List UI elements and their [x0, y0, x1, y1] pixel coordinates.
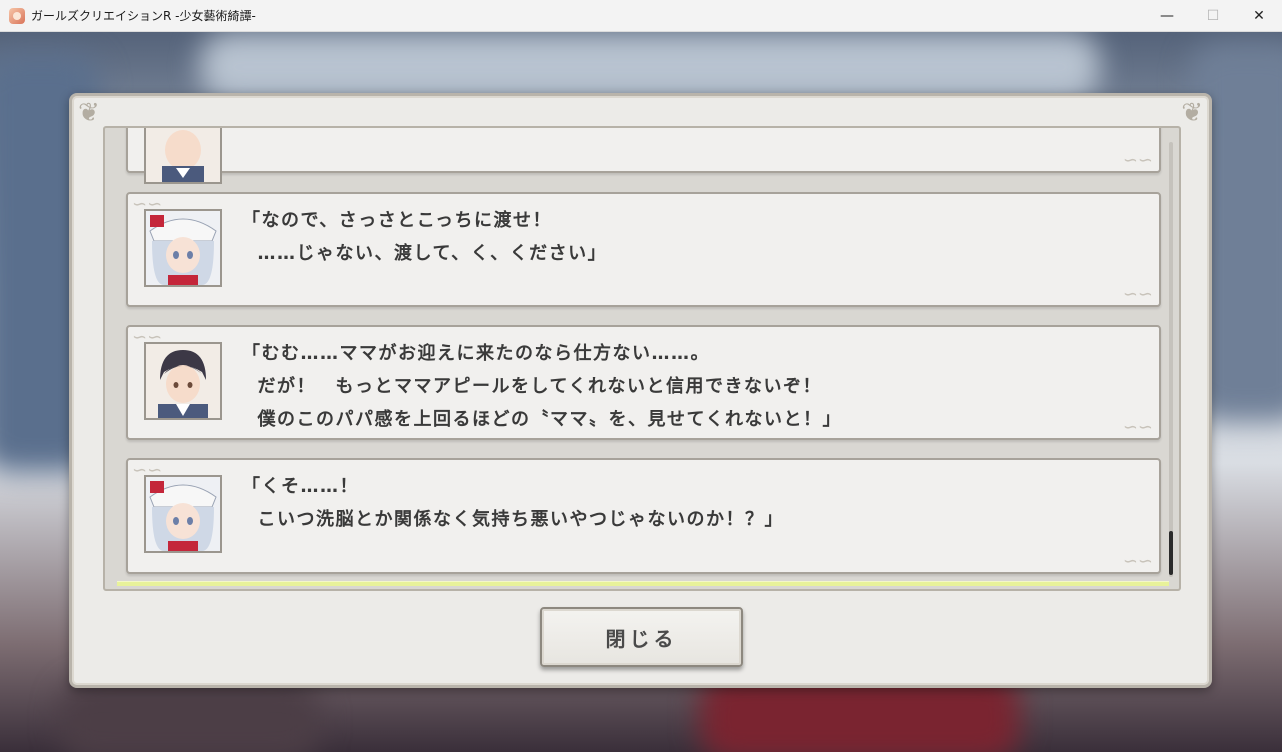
maximize-button[interactable]: ☐ — [1190, 0, 1236, 31]
dialogue-line: 「むむ……ママがお迎えに来たのなら仕方ない……。 — [242, 343, 710, 364]
boy-portrait-icon — [144, 128, 222, 184]
close-window-button[interactable]: ✕ — [1236, 0, 1282, 31]
girl-portrait-icon — [144, 475, 222, 553]
window-controls: — ☐ ✕ — [1144, 0, 1282, 31]
dialogue-line: ……じゃない、渡して、く、ください」 — [242, 243, 608, 264]
game-background: ❦ ❦ ∽∽ ∽∽ 「なので、さっさとこっちに渡せ！ ……じゃない、渡して、く、… — [0, 32, 1282, 752]
scrollbar-track[interactable] — [1169, 142, 1173, 577]
girl-portrait-icon — [144, 209, 222, 287]
window-title: ガールズクリエイションR -少女藝術綺譚- — [31, 9, 256, 23]
backlog-scroll-area[interactable]: ∽∽ ∽∽ 「なので、さっさとこっちに渡せ！ ……じゃない、渡して、く、ください… — [105, 128, 1165, 589]
log-entry: ∽∽ 「くそ……！ こいつ洗脳とか関係なく気持ち悪いやつじゃないのか！？」 ∽∽ — [126, 458, 1161, 574]
flourish-icon: ∽∽ — [1122, 284, 1153, 305]
current-line-indicator — [117, 581, 1169, 586]
scrollbar-thumb[interactable] — [1169, 531, 1173, 575]
log-entry: ∽∽ 「むむ……ママがお迎えに来たのなら仕方ない……。 だが！ もっとママアピー… — [126, 325, 1161, 440]
boy-portrait-icon — [144, 342, 222, 420]
dialogue-line: だが！ もっとママアピールをしてくれないと信用できないぞ！ — [242, 376, 822, 397]
backlog-list[interactable]: ∽∽ ∽∽ 「なので、さっさとこっちに渡せ！ ……じゃない、渡して、く、ください… — [103, 126, 1181, 591]
flourish-icon: ∽∽ — [1122, 551, 1153, 572]
app-icon — [9, 7, 25, 24]
flourish-icon: ∽∽ — [1122, 417, 1153, 438]
window-titlebar: ガールズクリエイションR -少女藝術綺譚- — ☐ ✕ — [0, 0, 1282, 32]
dialogue-line: 「なので、さっさとこっちに渡せ！ — [242, 210, 553, 231]
dialogue-line: 僕のこのパパ感を上回るほどの〝ママ〟を、見せてくれないと！」 — [242, 409, 842, 430]
backlog-panel: ❦ ❦ ∽∽ ∽∽ 「なので、さっさとこっちに渡せ！ ……じゃない、渡して、く、… — [69, 93, 1212, 688]
flourish-icon: ∽∽ — [1122, 150, 1153, 171]
close-button[interactable]: 閉じる — [540, 607, 743, 667]
dialogue-line: 「くそ……！ — [242, 476, 359, 497]
minimize-button[interactable]: — — [1144, 0, 1190, 31]
log-entry: ∽∽ 「なので、さっさとこっちに渡せ！ ……じゃない、渡して、く、ください」 ∽… — [126, 192, 1161, 307]
log-entry: ∽∽ — [126, 128, 1161, 184]
dialogue-line: こいつ洗脳とか関係なく気持ち悪いやつじゃないのか！？」 — [242, 509, 785, 530]
